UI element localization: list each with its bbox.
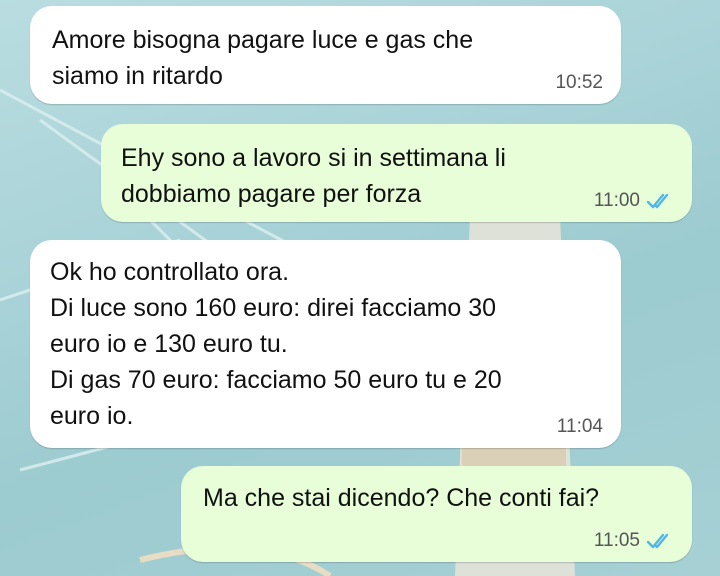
double-check-read-icon (646, 532, 674, 550)
message-meta: 10:52 (555, 72, 603, 94)
message-time: 11:04 (556, 416, 603, 437)
message-meta: 11:05 (594, 530, 674, 552)
message-time: 10:52 (555, 72, 603, 93)
message-time: 11:05 (593, 530, 640, 551)
chat-view: Amore bisogna pagare luce e gas che siam… (0, 0, 720, 576)
message-text: Ehy sono a lavoro si in settimana li dob… (121, 144, 506, 208)
outgoing-message[interactable]: Ehy sono a lavoro si in settimana li dob… (101, 124, 692, 222)
outgoing-message[interactable]: Ma che stai dicendo? Che conti fai? 11:0… (181, 466, 692, 562)
message-text: Ma che stai dicendo? Che conti fai? (203, 484, 600, 512)
incoming-message[interactable]: Ok ho controllato ora. Di luce sono 160 … (30, 240, 621, 448)
double-check-read-icon (646, 192, 674, 210)
message-text: Ok ho controllato ora. Di luce sono 160 … (50, 258, 502, 430)
message-time: 11:00 (593, 190, 640, 211)
message-text: Amore bisogna pagare luce e gas che siam… (52, 26, 474, 90)
message-meta: 11:00 (594, 190, 674, 212)
incoming-message[interactable]: Amore bisogna pagare luce e gas che siam… (30, 6, 621, 104)
message-meta: 11:04 (557, 416, 603, 438)
